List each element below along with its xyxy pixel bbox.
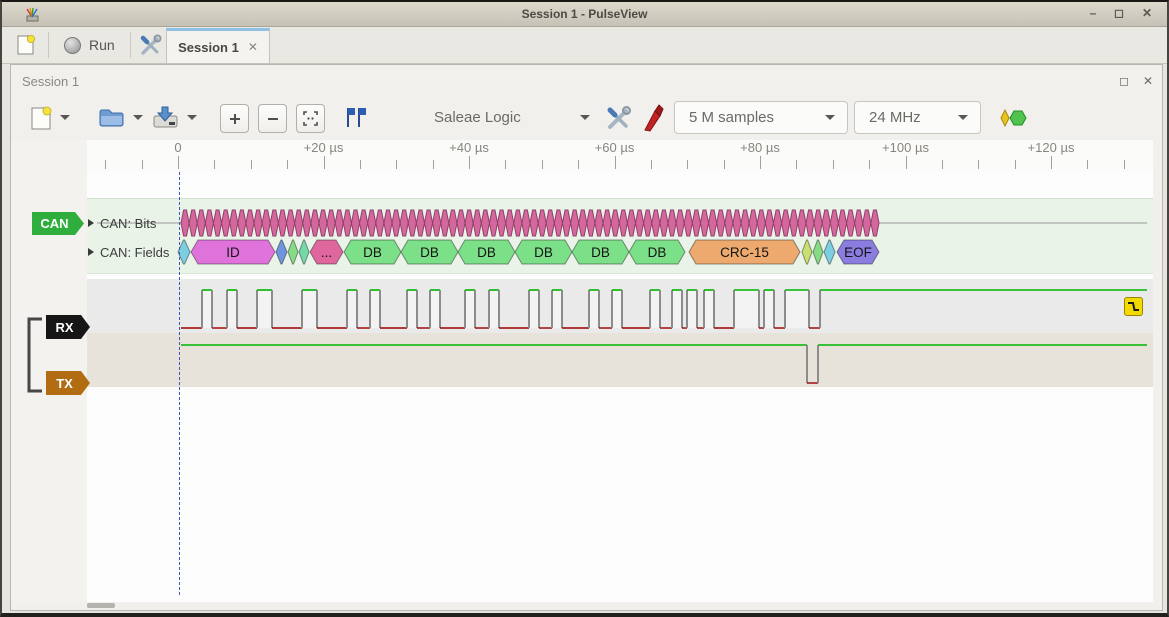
channel-group-bracket <box>29 319 42 391</box>
trigger-marker-falling-edge[interactable] <box>1124 297 1143 316</box>
field-annotation[interactable] <box>802 240 812 264</box>
decoder-fields-row-label[interactable]: CAN: Fields <box>100 245 169 260</box>
svg-text:DB: DB <box>477 245 496 260</box>
svg-text:ID: ID <box>226 245 240 260</box>
time-cursor[interactable] <box>179 172 180 595</box>
can-fields-annotations: ID... DB DB DB DB DB DB CRC-15 EOF <box>178 240 879 264</box>
svg-text:DB: DB <box>534 245 553 260</box>
svg-text:DB: DB <box>363 245 382 260</box>
can-bits-annotations <box>97 210 1147 236</box>
svg-text:DB: DB <box>591 245 610 260</box>
field-annotation[interactable] <box>288 240 298 264</box>
channel-tag-tx[interactable]: TX <box>46 371 90 395</box>
svg-text:...: ... <box>321 245 332 260</box>
rx-waveform <box>181 290 1147 328</box>
field-annotation[interactable] <box>824 240 835 264</box>
channel-tag-rx[interactable]: RX <box>46 315 90 339</box>
horizontal-scrollbar-thumb[interactable] <box>87 603 115 608</box>
field-annotation[interactable] <box>299 240 309 264</box>
tx-waveform <box>181 345 1147 383</box>
field-annotation[interactable] <box>276 240 287 264</box>
svg-text:EOF: EOF <box>844 245 872 260</box>
decoder-bits-row-label[interactable]: CAN: Bits <box>100 216 156 231</box>
decoder-tag-can[interactable]: CAN <box>32 212 84 235</box>
falling-edge-icon <box>1127 300 1140 313</box>
svg-text:CRC-15: CRC-15 <box>720 245 769 260</box>
waveform-canvas: ID... DB DB DB DB DB DB CRC-15 EOF <box>2 2 1169 617</box>
expander-arrow-bits[interactable] <box>88 219 94 227</box>
svg-text:DB: DB <box>420 245 439 260</box>
svg-text:DB: DB <box>648 245 667 260</box>
pulseview-window: Session 1 - PulseView – ◻ ✕ Run Session … <box>0 0 1169 617</box>
expander-arrow-fields[interactable] <box>88 248 94 256</box>
field-annotation[interactable] <box>813 240 823 264</box>
